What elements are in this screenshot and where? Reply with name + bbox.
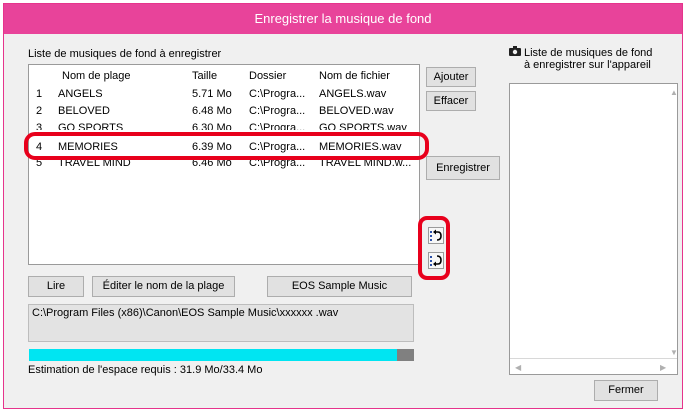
scrollbar-divider <box>510 358 677 359</box>
column-header-size[interactable]: Taille <box>192 67 217 85</box>
track-name: GO SPORTS <box>58 122 124 130</box>
move-down-icon <box>430 255 442 267</box>
space-progress-bar <box>29 349 414 361</box>
column-header-track-name[interactable]: Nom de plage <box>62 67 131 85</box>
space-estimate: Estimation de l'espace requis : 31.9 Mo/… <box>28 364 263 376</box>
dialog-window: Enregistrer la musique de fond Liste de … <box>3 3 683 409</box>
list-item[interactable]: 1 ANGELS 5.71 Mo C:\Progra... ANGELS.wav <box>29 88 419 101</box>
eos-sample-music-button[interactable]: EOS Sample Music <box>267 276 412 297</box>
track-size: 6.30 Mo <box>192 122 232 130</box>
track-folder: C:\Progra... <box>249 88 306 100</box>
scroll-left-icon[interactable]: ◀ <box>515 363 521 372</box>
play-button[interactable]: Lire <box>28 276 84 297</box>
row-number: 1 <box>36 88 43 100</box>
music-list-label: Liste de musiques de fond à enregistrer <box>28 48 222 60</box>
file-path-display: C:\Program Files (x86)\Canon\EOS Sample … <box>28 304 414 342</box>
move-up-button[interactable] <box>428 227 444 244</box>
scroll-down-icon[interactable]: ▼ <box>670 348 678 357</box>
add-button[interactable]: Ajouter <box>426 67 476 87</box>
selected-row-highlight <box>24 132 429 160</box>
track-folder: C:\Progra... <box>249 122 306 130</box>
remove-button[interactable]: Effacer <box>426 91 476 111</box>
move-down-button[interactable] <box>428 252 444 269</box>
edit-track-name-button[interactable]: Éditer le nom de la plage <box>92 276 235 297</box>
column-header-file-name[interactable]: Nom de fichier <box>319 67 390 85</box>
column-header-folder[interactable]: Dossier <box>249 67 286 85</box>
track-name: ANGELS <box>58 88 103 100</box>
scroll-up-icon[interactable]: ▲ <box>670 88 678 97</box>
scroll-right-icon[interactable]: ▶ <box>660 363 666 372</box>
reorder-buttons-highlight <box>418 216 450 280</box>
list-item[interactable]: 2 BELOVED 6.48 Mo C:\Progra... BELOVED.w… <box>29 105 419 118</box>
progress-remaining <box>396 349 414 361</box>
track-size: 5.71 Mo <box>192 88 232 100</box>
camera-icon <box>509 46 523 58</box>
track-file: GO SPORTS.wav <box>319 122 407 130</box>
list-item[interactable]: 3 GO SPORTS 6.30 Mo C:\Progra... GO SPOR… <box>29 122 419 130</box>
camera-list-label-line1: Liste de musiques de fond <box>524 47 653 59</box>
track-file: ANGELS.wav <box>319 88 387 100</box>
save-button[interactable]: Enregistrer <box>426 156 500 180</box>
window-title: Enregistrer la musique de fond <box>4 4 682 34</box>
track-file: BELOVED.wav <box>319 105 394 117</box>
close-button[interactable]: Fermer <box>594 380 658 401</box>
row-number: 2 <box>36 105 43 117</box>
music-list[interactable]: Nom de plage Taille Dossier Nom de fichi… <box>28 64 420 265</box>
row-number: 3 <box>36 122 43 130</box>
move-up-icon <box>430 229 442 241</box>
camera-list-label-line2: à enregistrer sur l'appareil <box>524 59 651 71</box>
camera-music-list[interactable]: ▲ ▼ ◀ ▶ <box>509 83 678 375</box>
track-size: 6.48 Mo <box>192 105 232 117</box>
track-name: BELOVED <box>58 105 110 117</box>
track-folder: C:\Progra... <box>249 105 306 117</box>
